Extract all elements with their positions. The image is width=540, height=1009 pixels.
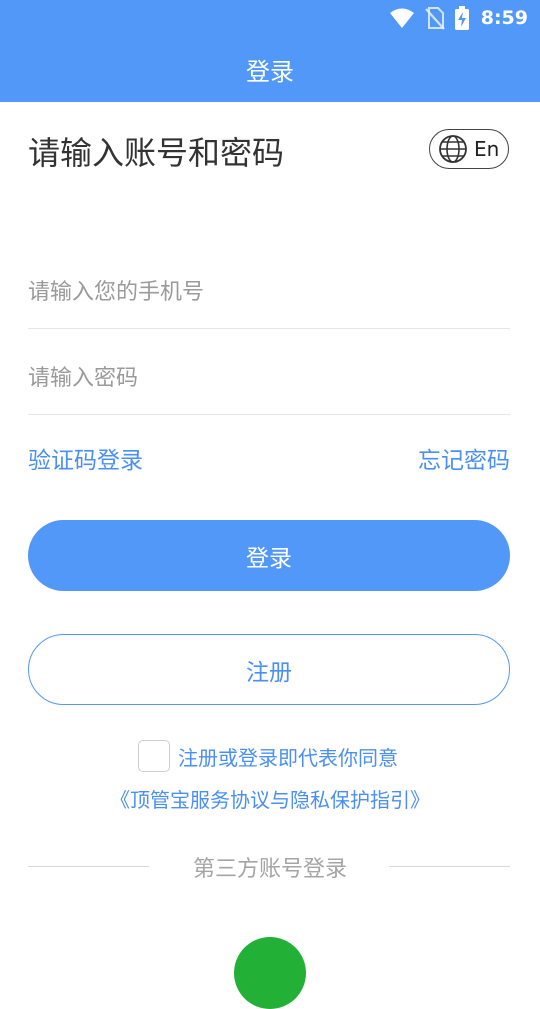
third-party-divider-right xyxy=(389,866,510,867)
agreement-row: 注册或登录即代表你同意 xyxy=(138,739,398,773)
sms-login-link[interactable]: 验证码登录 xyxy=(28,441,143,475)
page-heading: 请输入账号和密码 xyxy=(28,134,285,172)
language-switch-button[interactable]: En xyxy=(429,129,509,169)
battery-charging-icon xyxy=(454,6,469,30)
language-label: En xyxy=(474,137,500,161)
globe-icon xyxy=(439,135,467,163)
status-bar: 8:59 xyxy=(0,0,540,36)
password-divider xyxy=(28,414,510,415)
app-bar: 登录 xyxy=(0,36,540,102)
no-sim-icon xyxy=(424,7,445,30)
register-button[interactable]: 注册 xyxy=(28,634,510,705)
third-party-label: 第三方账号登录 xyxy=(192,857,347,882)
wifi-icon xyxy=(389,8,414,28)
agreement-checkbox[interactable] xyxy=(138,740,170,772)
agreement-link[interactable]: 《顶管宝服务协议与隐私保护指引》 xyxy=(0,784,540,813)
app-bar-title: 登录 xyxy=(246,57,294,86)
agreement-text: 注册或登录即代表你同意 xyxy=(178,745,398,770)
phone-divider xyxy=(28,328,510,329)
forgot-password-link[interactable]: 忘记密码 xyxy=(418,441,510,475)
login-button[interactable]: 登录 xyxy=(28,520,510,591)
password-input[interactable] xyxy=(28,354,510,402)
phone-input[interactable] xyxy=(28,268,510,316)
status-time: 8:59 xyxy=(480,7,528,29)
status-icons: 8:59 xyxy=(389,0,528,36)
wechat-icon[interactable] xyxy=(234,937,306,1009)
